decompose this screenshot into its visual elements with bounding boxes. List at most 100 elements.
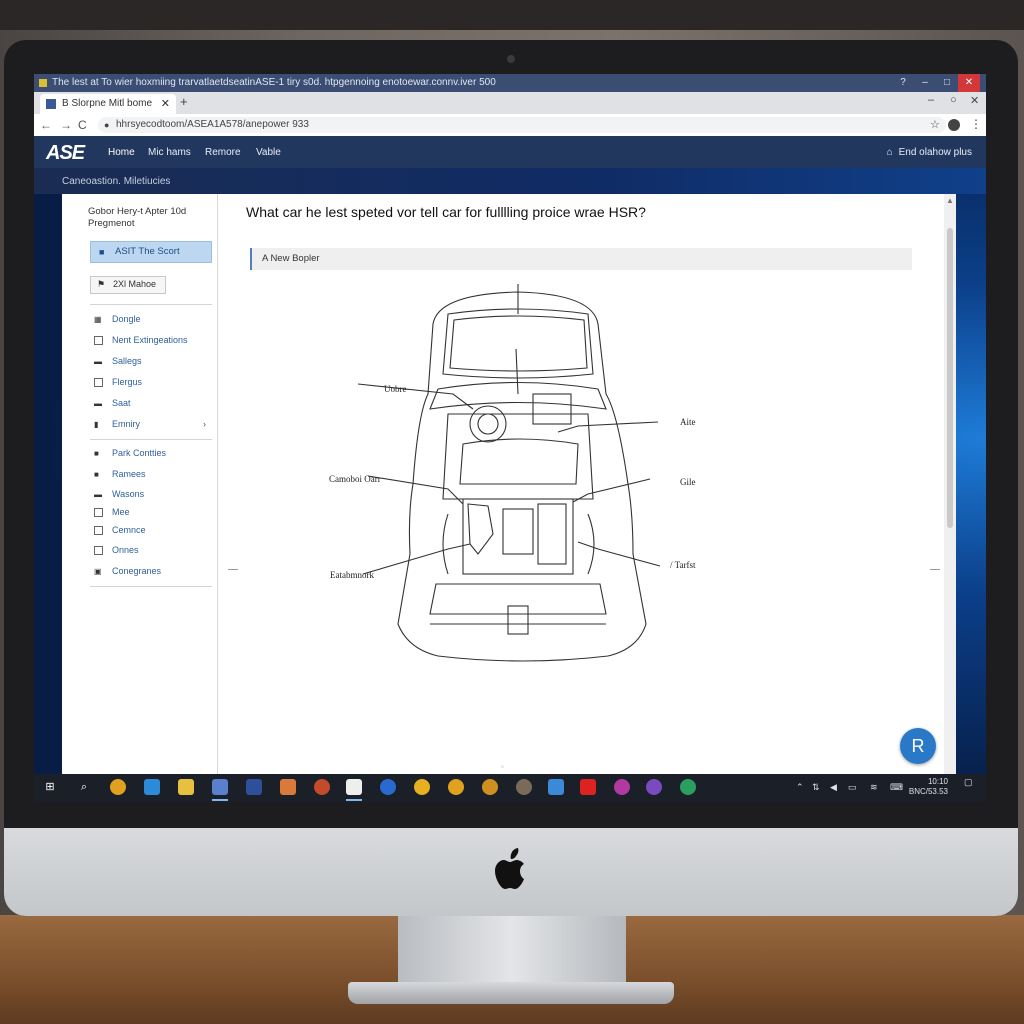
nav-remore[interactable]: Remore [205,147,241,158]
sidebar-item-flergus[interactable]: Flergus [94,377,212,391]
sidebar-item-label: Cemnce [112,525,146,535]
youtube-icon[interactable] [580,779,596,795]
app-icon-2[interactable] [246,779,262,795]
volume-icon[interactable]: ◀ [830,782,837,793]
bookmark-star-icon[interactable]: ☆ [930,118,940,131]
lock-icon: ● [104,120,110,130]
ase-logo[interactable]: ASE [46,142,85,165]
diagram-label-eatabmnork: Eatabmnork [330,570,374,580]
browser-restore-icon[interactable]: ○ [950,94,957,106]
file-explorer-icon[interactable] [178,779,194,795]
apple-logo-icon [495,848,524,889]
help-button[interactable]: ? [892,74,914,92]
answer-option-label: A New Bopler [262,253,320,264]
browser-tab[interactable]: B Slorpne Mitl bome ✕ [40,94,176,114]
sidebar-item-cemnce[interactable]: Cemnce [94,525,212,539]
notification-icon[interactable]: ▢ [964,777,973,788]
clock-date: BNC/53.53 [908,787,948,796]
sidebar-item-nent-extingeations[interactable]: Nent Extingeations [94,335,212,349]
network-icon[interactable]: ⇅ [812,782,820,793]
browser-close-icon[interactable]: ✕ [970,94,979,107]
browser-minimize-icon[interactable]: – [928,94,934,106]
sidebar-item-label: Saat [112,398,131,408]
scroll-up-icon[interactable]: ▲ [946,196,954,205]
close-button[interactable]: ✕ [958,74,980,92]
app-icon-8[interactable] [548,779,564,795]
sidebar-item-sallegs[interactable]: ▬ Sallegs [94,356,212,370]
window-favicon-icon [39,79,47,87]
app-icon-9[interactable] [614,779,630,795]
list-icon: ▬ [94,357,102,366]
app-icon-4[interactable] [314,779,330,795]
app-icon-6[interactable] [414,779,430,795]
app-icon-10[interactable] [646,779,662,795]
checkbox-icon [94,526,103,535]
back-button[interactable]: ← [40,118,52,132]
menu-kebab-icon[interactable]: ⋮ [970,117,982,131]
nav-right-label: End olahow plus [898,147,972,158]
sidebar-divider [90,304,212,305]
diagram-label-tarfst: / Tarfst [670,560,696,570]
url-text: hhrsyecodtoom/ASEA1A578/anepower 933 [116,119,309,130]
chrome-icon[interactable] [110,779,126,795]
diagram-label-gile: Gile [680,477,696,487]
sidebar-item-emniry[interactable]: ▮ Emniry › [94,419,212,433]
sidebar-secondary-button[interactable]: ⚑ 2Xl Mahoe [90,276,166,294]
sidebar-item-park-contties[interactable]: ■ Park Contties [94,448,212,462]
sidebar-item-mee[interactable]: Mee [94,507,212,521]
sidebar-item-conegranes[interactable]: ▣ Conegranes [94,566,212,580]
answer-option[interactable]: A New Bopler [250,248,912,270]
search-icon[interactable]: ⌕ [76,779,92,795]
store-icon[interactable] [144,779,160,795]
new-tab-button[interactable]: + [180,94,188,109]
sidebar-item-ramees[interactable]: ■ Ramees [94,469,212,483]
nav-vable[interactable]: Vable [256,147,281,158]
browser-tabbar: B Slorpne Mitl bome ✕ + – ○ ✕ [34,92,986,114]
nav-mic-hams[interactable]: Mic hams [148,147,191,158]
reload-button[interactable]: C [78,118,87,132]
sidebar-primary-button[interactable]: ■ ASIT The Scort [90,241,212,263]
nav-right-link[interactable]: ⌂ End olahow plus [887,147,972,158]
imac-stand [398,916,626,988]
taskbar: ⊞ ⌕ ⌃ ⇅ ◀ ▭ ≋ ⌨ 10:10 BNC/53.53 ▢ [34,774,986,802]
keyboard-icon[interactable]: ⌨ [890,782,903,793]
diagram-label-uobre: Uobre [384,384,407,394]
sidebar-divider [90,439,212,440]
chrome-icon-2[interactable] [448,779,464,795]
checkbox-icon [94,508,103,517]
sidebar: Gobor Hery-t Apter 10d Pregmenot ■ ASIT … [62,194,218,774]
floating-action-button[interactable]: R [900,728,936,764]
sidebar-item-dongle[interactable]: ▦ Dongle [94,314,212,328]
wifi-icon[interactable]: ≋ [870,782,878,793]
start-windows-icon[interactable]: ⊞ [42,779,58,795]
breadcrumb: Caneoastion. Miletiucies [62,176,171,187]
profile-avatar[interactable] [948,119,960,131]
maximize-button[interactable]: □ [936,74,958,92]
nav-home[interactable]: Home [108,147,135,158]
flag-icon: ⚑ [97,279,106,289]
sidebar-secondary-label: 2Xl Mahoe [113,279,157,289]
app-icon-5[interactable] [346,779,362,795]
sidebar-item-onnes[interactable]: Onnes [94,545,212,559]
battery-icon[interactable]: ▭ [848,782,857,793]
system-clock[interactable]: 10:10 BNC/53.53 [908,777,948,797]
app-icon-1[interactable] [212,779,228,795]
sidebar-item-label: Ramees [112,469,146,479]
site-navbar: ASE Home Mic hams Remore Vable ⌂ End olah… [34,136,986,168]
edge-icon[interactable] [380,779,396,795]
app-icon-7[interactable] [516,779,532,795]
chrome-icon-3[interactable] [482,779,498,795]
minimize-button[interactable]: – [914,74,936,92]
url-input[interactable]: ● hhrsyecodtoom/ASEA1A578/anepower 933 [98,117,946,133]
page-indicator-icon: ◦ [501,762,504,771]
chevron-up-icon[interactable]: ⌃ [796,782,804,793]
sidebar-item-saat[interactable]: ▬ Saat [94,398,212,412]
scrollbar-thumb[interactable] [947,228,953,528]
forward-button[interactable]: → [60,118,72,132]
tool-icon: ▦ [94,315,102,324]
sidebar-item-wasons[interactable]: ▬ Wasons [94,489,212,503]
app-icon-3[interactable] [280,779,296,795]
sidebar-item-label: Nent Extingeations [112,335,188,345]
app-icon-11[interactable] [680,779,696,795]
tab-close-icon[interactable]: ✕ [161,97,170,110]
